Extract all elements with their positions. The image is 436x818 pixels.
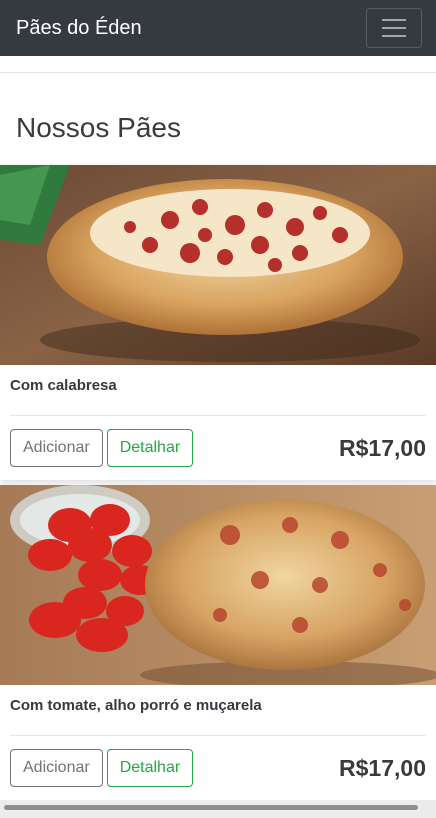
product-image-tomate	[0, 485, 436, 685]
navbar-brand[interactable]: Pães do Éden	[16, 18, 142, 38]
top-divider	[0, 72, 436, 73]
card-body: Com tomate, alho porró e muçarela Adicio…	[0, 685, 436, 800]
add-button[interactable]: Adicionar	[10, 749, 103, 787]
hamburger-line	[382, 27, 406, 29]
card-footer: Adicionar Detalhar R$17,00	[10, 416, 426, 480]
product-price: R$17,00	[339, 754, 426, 781]
product-image-calabresa	[0, 165, 436, 365]
hamburger-line	[382, 19, 406, 21]
product-price: R$17,00	[339, 434, 426, 461]
hamburger-line	[382, 35, 406, 37]
add-button[interactable]: Adicionar	[10, 429, 103, 467]
horizontal-scrollbar[interactable]	[4, 805, 418, 810]
detail-button[interactable]: Detalhar	[106, 429, 194, 467]
product-name: Com calabresa	[10, 377, 117, 394]
detail-button[interactable]: Detalhar	[106, 749, 194, 787]
card-footer: Adicionar Detalhar R$17,00	[10, 736, 426, 800]
page-title: Nossos Pães	[16, 112, 181, 143]
product-card: Com calabresa Adicionar Detalhar R$17,00	[0, 165, 436, 480]
navbar-toggler-button[interactable]	[366, 8, 422, 48]
product-name: Com tomate, alho porró e muçarela	[10, 697, 262, 714]
navbar: Pães do Éden	[0, 0, 436, 56]
product-card: Com tomate, alho porró e muçarela Adicio…	[0, 485, 436, 800]
card-body: Com calabresa Adicionar Detalhar R$17,00	[0, 365, 436, 480]
